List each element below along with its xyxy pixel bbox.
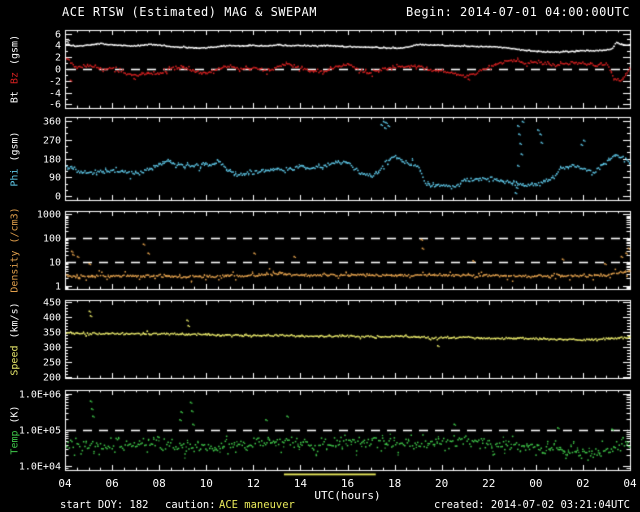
y-axis-title: Phi (gsm) <box>10 131 21 186</box>
y-tick-label: 0 <box>54 191 61 202</box>
y-axis-title-part: Speed <box>9 345 21 376</box>
x-tick-label: 04 <box>58 477 72 490</box>
y-axis-title-part: Density <box>9 250 21 293</box>
y-axis-title: Bt Bz (gsm) <box>10 35 21 103</box>
start-doy-label: start DOY: 182 <box>60 499 149 511</box>
y-tick-label: 1.0E+06 <box>18 389 61 400</box>
caution-value: ACE maneuver <box>219 499 295 511</box>
y-axis-title: Speed (km/s) <box>10 302 21 375</box>
x-tick-label: 06 <box>105 477 119 490</box>
plot-canvas <box>0 0 640 512</box>
ace-rtsw-plot: ACE RTSW (Estimated) MAG & SWEPAM Begin:… <box>0 0 640 512</box>
y-axis-title: Density (/cm3) <box>10 207 21 292</box>
x-tick-label: 08 <box>152 477 166 490</box>
x-tick-label: 20 <box>435 477 449 490</box>
y-axis-title-part: (/cm3) <box>9 207 21 244</box>
caution-label: caution: <box>165 499 216 511</box>
x-tick-label: 00 <box>529 477 543 490</box>
y-axis-title-part: Bz <box>9 72 21 85</box>
x-tick-label: 14 <box>293 477 308 490</box>
created-timestamp: created: 2014-07-02 03:21:04UTC <box>434 499 630 511</box>
y-axis-title-part: Bt <box>9 91 21 104</box>
x-tick-label: 10 <box>199 477 213 490</box>
x-tick-label: 04 <box>623 477 637 490</box>
y-tick-label: 360 <box>42 116 61 127</box>
y-axis-title-part: (K) <box>9 405 21 424</box>
begin-timestamp: Begin: 2014-07-01 04:00:00UTC <box>405 5 630 19</box>
x-tick-label: 18 <box>387 477 402 490</box>
y-axis-title-part: (gsm) <box>9 130 21 162</box>
y-axis-title-part: (km/s) <box>9 302 21 339</box>
x-axis-title: UTC(hours) <box>314 489 381 502</box>
y-axis-title-part: Temp <box>9 430 21 455</box>
y-axis-title-part: (gsm) <box>9 34 21 66</box>
y-axis-title-part: Phi <box>9 168 21 187</box>
x-tick-label: 22 <box>482 477 496 490</box>
x-tick-label: 12 <box>246 477 260 490</box>
plot-title: ACE RTSW (Estimated) MAG & SWEPAM <box>62 5 317 19</box>
x-tick-label: 02 <box>576 477 590 490</box>
y-tick-label: 1.0E+04 <box>18 461 61 472</box>
y-axis-title: Temp (K) <box>10 405 21 454</box>
